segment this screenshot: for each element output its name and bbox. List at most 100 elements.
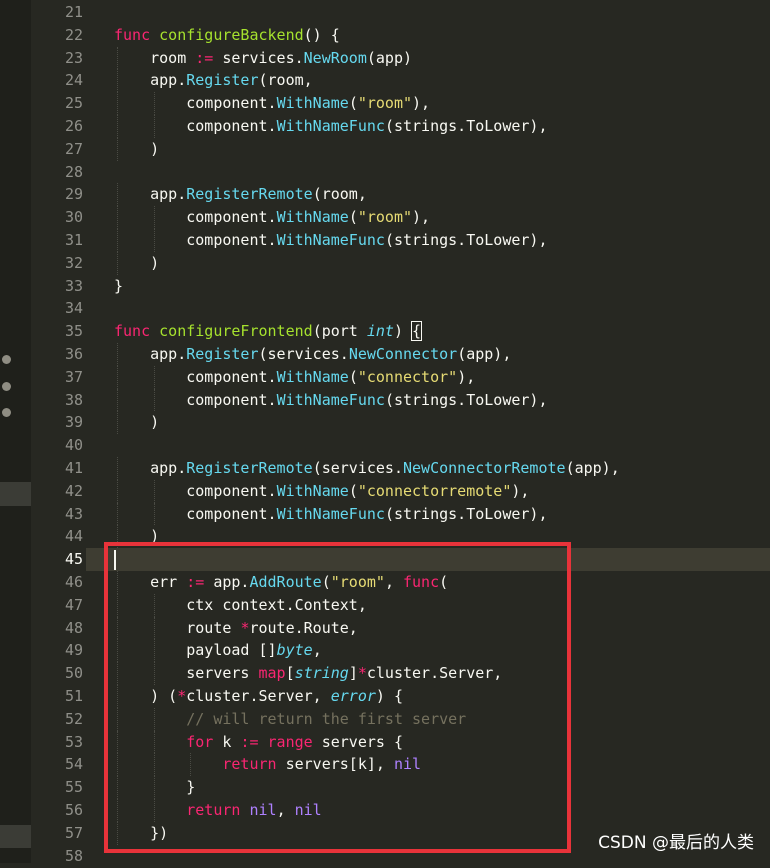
code-line[interactable]: ) — [114, 138, 159, 161]
line-number: 36 — [64, 345, 83, 363]
line-number: 29 — [64, 185, 83, 204]
line-number: 44 — [64, 527, 83, 546]
code-line[interactable]: component.WithNameFunc(strings.ToLower), — [114, 229, 547, 252]
line-number: 35 — [64, 322, 83, 341]
bookmark-dot-icon — [2, 382, 11, 391]
code-token: (services. — [312, 459, 403, 477]
code-line[interactable]: component.WithName("room"), — [114, 92, 430, 115]
indent-guide — [117, 365, 118, 389]
line-number: 48 — [64, 618, 83, 637]
line-number: 28 — [64, 162, 83, 181]
code-token: "room" — [357, 208, 413, 227]
code-line[interactable]: component.WithNameFunc(strings.ToLower), — [114, 389, 547, 412]
code-token: component. — [114, 367, 277, 386]
code-token: WithName — [276, 481, 349, 500]
line-number: 43 — [64, 504, 83, 523]
line-number: 45 — [64, 550, 83, 569]
code-token: } — [114, 276, 124, 295]
code-token: ( — [348, 481, 358, 500]
code-line[interactable]: ) — [114, 252, 159, 275]
indent-guide — [153, 502, 155, 526]
line-number: 52 — [64, 709, 83, 728]
code-line[interactable]: room := services.NewRoom(app) — [114, 47, 412, 70]
code-token: WithNameFunc — [276, 390, 385, 409]
code-token: (strings.ToLower), — [384, 117, 548, 135]
code-token: "room" — [357, 94, 413, 113]
code-line[interactable]: app.Register(services.NewConnector(app), — [114, 343, 511, 366]
side-panel — [0, 0, 31, 863]
code-line[interactable]: } — [114, 275, 123, 298]
code-line[interactable]: app.Register(room, — [114, 69, 313, 92]
code-token: NewRoom — [303, 48, 367, 67]
line-number: 30 — [64, 208, 83, 227]
code-line[interactable]: component.WithNameFunc(strings.ToLower), — [114, 503, 547, 526]
code-token: Register — [186, 71, 259, 90]
code-token: ), — [412, 208, 431, 227]
code-line[interactable]: func configureBackend() { — [114, 24, 340, 47]
code-token: app. — [114, 345, 187, 363]
line-number: 42 — [64, 481, 83, 500]
code-token: ), — [511, 481, 530, 500]
line-number: 21 — [64, 3, 83, 21]
code-token: ), — [412, 94, 431, 113]
code-token: component. — [114, 481, 277, 500]
code-line[interactable]: app.RegisterRemote(room, — [114, 183, 367, 206]
code-token: "connector" — [357, 367, 458, 386]
code-token: (services. — [258, 345, 349, 363]
code-token: ) — [393, 322, 413, 341]
code-line[interactable]: component.WithName("connector"), — [114, 366, 475, 389]
code-token: WithNameFunc — [276, 231, 385, 249]
line-number: 26 — [64, 117, 83, 135]
code-token: component. — [114, 390, 277, 409]
line-number: 38 — [64, 390, 83, 409]
code-line[interactable]: component.WithName("room"), — [114, 206, 430, 229]
code-token: (room, — [312, 185, 367, 204]
code-token: WithNameFunc — [276, 504, 385, 523]
code-line[interactable]: ) — [114, 411, 159, 434]
side-panel-selection — [0, 825, 31, 848]
code-token: int — [366, 322, 394, 341]
line-number: 49 — [64, 641, 83, 660]
indent-guide — [117, 92, 118, 115]
indent-guide — [117, 343, 118, 366]
line-number: 34 — [64, 299, 83, 318]
indent-guide — [153, 115, 155, 138]
indent-guide — [117, 46, 118, 70]
indent-guide — [117, 183, 118, 207]
code-token: "connectorremote" — [357, 481, 512, 500]
line-number: 53 — [64, 732, 83, 751]
code-token: component. — [114, 231, 277, 249]
code-line[interactable]: component.WithNameFunc(strings.ToLower), — [114, 115, 548, 138]
indent-guide — [117, 457, 118, 480]
indent-guide — [117, 251, 118, 275]
code-token: () { — [303, 25, 340, 44]
code-token: Register — [186, 345, 259, 363]
line-number: 58 — [64, 846, 83, 865]
indent-guide — [153, 365, 155, 389]
line-number: 54 — [64, 755, 83, 774]
code-token: component. — [114, 208, 277, 227]
code-token: RegisterRemote — [186, 185, 313, 204]
code-token: NewConnector — [348, 345, 458, 363]
line-number: 40 — [64, 436, 83, 455]
indent-guide — [117, 411, 118, 435]
line-number: 23 — [64, 48, 83, 67]
line-number: 25 — [64, 94, 83, 113]
code-token: { — [411, 321, 423, 342]
code-token: WithName — [276, 94, 349, 113]
code-line[interactable]: func configureFrontend(port int) { — [114, 320, 423, 343]
code-token: component. — [114, 117, 277, 135]
code-line[interactable]: app.RegisterRemote(services.NewConnector… — [114, 457, 620, 480]
indent-guide — [153, 479, 155, 503]
code-token: := — [195, 48, 214, 67]
code-token: WithName — [276, 367, 349, 386]
line-number: 55 — [64, 778, 83, 797]
code-line[interactable]: component.WithName("connectorremote"), — [114, 480, 529, 503]
watermark: CSDN @最后的人类 — [598, 833, 754, 853]
line-number: 22 — [64, 25, 83, 44]
line-number: 50 — [64, 664, 83, 683]
line-number: 37 — [64, 367, 83, 386]
indent-guide — [117, 502, 118, 526]
code-token: func — [114, 322, 151, 341]
